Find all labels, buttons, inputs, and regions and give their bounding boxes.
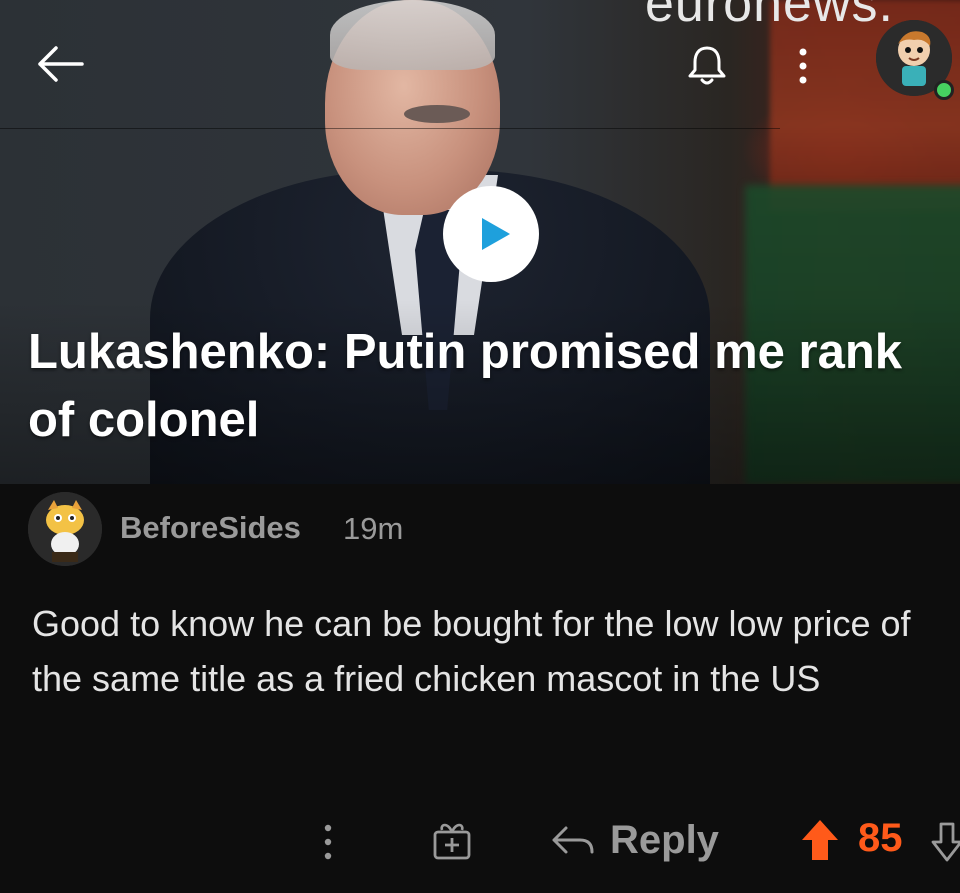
upvote-arrow-icon[interactable] [800, 818, 840, 862]
reply-label: Reply [610, 817, 719, 862]
header-divider [0, 128, 780, 129]
online-status-indicator [934, 80, 954, 100]
more-vertical-icon[interactable] [793, 46, 813, 86]
reply-arrow-icon [552, 826, 594, 854]
comment-body: Good to know he can be bought for the lo… [32, 603, 911, 699]
comment-timestamp: 19m [343, 511, 404, 546]
post-headline[interactable]: Lukashenko: Putin promised me rank of co… [28, 318, 948, 454]
play-button[interactable] [443, 186, 539, 282]
comment-more-icon[interactable] [318, 820, 338, 864]
vote-score: 85 [858, 816, 903, 860]
award-gift-icon[interactable] [430, 818, 474, 862]
person-mustache [404, 105, 470, 123]
snoo-avatar-icon [28, 492, 102, 566]
person-hair [330, 0, 495, 70]
reply-button[interactable]: Reply [550, 812, 719, 868]
commenter-avatar[interactable] [28, 492, 102, 566]
comment-username[interactable]: BeforeSides [120, 510, 301, 546]
bell-icon[interactable] [684, 42, 730, 88]
euronews-watermark: euronews. [645, 0, 894, 33]
back-arrow-icon[interactable] [32, 42, 88, 86]
downvote-arrow-icon[interactable] [930, 820, 960, 864]
